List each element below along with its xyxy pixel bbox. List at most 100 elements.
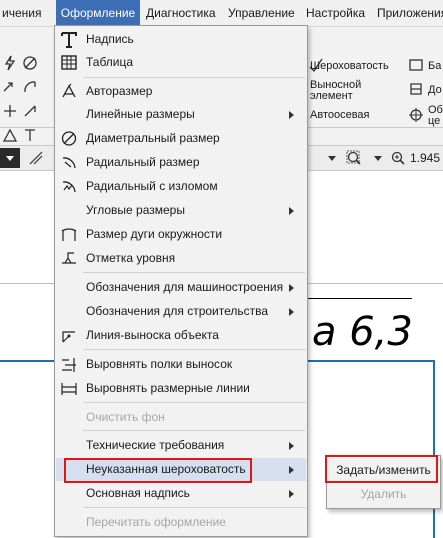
center-target-icon xyxy=(409,108,423,122)
arc-arrow-icon[interactable] xyxy=(22,79,38,95)
menu-design[interactable]: Оформление xyxy=(56,0,140,26)
submenu-item-delete: Удалить xyxy=(360,487,407,501)
table-icon xyxy=(61,55,77,70)
extra-icon xyxy=(410,83,422,95)
submenu-arrow-icon xyxy=(289,466,294,474)
highlight-box-set-edit xyxy=(325,455,438,483)
radius-icon xyxy=(62,157,76,169)
chevron-down-icon[interactable] xyxy=(374,156,382,161)
menu-item-diameter[interactable]: Диаметральный размер xyxy=(56,127,306,150)
zoom-window-icon[interactable] xyxy=(346,150,362,166)
submenu-arrow-icon xyxy=(289,490,294,498)
menu-item-level-mark[interactable]: Отметка уровня xyxy=(56,247,306,270)
menu-item-label: Отметка уровня xyxy=(86,251,176,265)
submenu-arrow-icon xyxy=(289,111,294,119)
menu-item-inscription[interactable]: Надпись xyxy=(56,28,306,51)
menu-separator xyxy=(83,349,305,350)
zoom-icon[interactable] xyxy=(390,150,406,166)
snap-icon[interactable] xyxy=(28,150,44,166)
menu-item-align-dim-lines[interactable]: Выровнять размерные линии xyxy=(56,377,306,400)
diameter-icon xyxy=(61,131,77,146)
ribbon-label-base[interactable]: Ба xyxy=(428,60,441,72)
menu-item-radius[interactable]: Радиальный размер xyxy=(56,151,306,174)
ribbon-label-center-2[interactable]: це xyxy=(428,115,440,127)
menu-item-autosize[interactable]: Авторазмер xyxy=(56,80,306,103)
menu-item-linear-dimensions[interactable]: Линейные размеры xyxy=(56,103,306,126)
text-T-icon xyxy=(61,32,77,48)
chevron-down-icon[interactable] xyxy=(328,156,336,161)
annotation-shelf-line xyxy=(306,298,412,299)
slope-arrow-icon[interactable] xyxy=(22,103,38,119)
menu-separator xyxy=(83,402,305,403)
menu-item-label: Линейные размеры xyxy=(86,107,195,121)
arc-size-icon xyxy=(61,228,77,241)
level-mark-icon xyxy=(62,252,76,264)
triangle-tool-icon[interactable] xyxy=(2,127,18,143)
menu-item-label: Выровнять размерные линии xyxy=(86,381,250,395)
menu-item-label: Очистить фон xyxy=(86,410,165,424)
lightning-tool-icon[interactable] xyxy=(2,55,18,71)
menu-item-radius-break[interactable]: Радиальный с изломом xyxy=(56,175,306,198)
menu-item-label: Технические требования xyxy=(86,438,225,452)
menu-item-label: Угловые размеры xyxy=(86,203,185,217)
menu-item-align-shelves[interactable]: Выровнять полки выносок xyxy=(56,353,306,376)
menu-item-label: Обозначения для строительства xyxy=(86,304,269,318)
menu-bar: ичения Оформление Диагностика Управление… xyxy=(0,0,443,27)
t-tool-icon[interactable] xyxy=(22,127,38,143)
menu-item-label: Размер дуги окружности xyxy=(86,227,223,241)
menu-item-label: Таблица xyxy=(86,55,134,69)
submenu-arrow-icon xyxy=(289,207,294,215)
autosize-icon xyxy=(62,83,76,98)
menu-item-title-block[interactable]: Основная надпись xyxy=(56,482,306,505)
align-shelves-icon xyxy=(62,358,76,372)
circle-slash-icon[interactable] xyxy=(22,55,38,71)
align-dim-lines-icon xyxy=(61,383,77,395)
menu-item-label: Обозначения для машиностроения xyxy=(86,280,284,294)
menu-item-mech-symbols[interactable]: Обозначения для машиностроения xyxy=(56,276,306,299)
menu-item-label: Надпись xyxy=(86,32,134,46)
menu-separator xyxy=(83,272,305,273)
ribbon-label-extra[interactable]: До xyxy=(428,84,442,96)
dark-dropdown[interactable] xyxy=(0,148,20,168)
menu-item-label: Линия-выноска объекта xyxy=(86,328,219,342)
menu-designations[interactable]: ичения xyxy=(0,0,54,26)
menu-item-tech-requirements[interactable]: Технические требования xyxy=(56,434,306,457)
menu-item-label: Радиальный с изломом xyxy=(86,179,218,193)
menu-item-angular-dimensions[interactable]: Угловые размеры xyxy=(56,199,306,222)
base-icon xyxy=(409,59,423,71)
menu-item-label: Выровнять полки выносок xyxy=(86,357,233,371)
menu-item-label: Радиальный размер xyxy=(86,155,200,169)
leader-line-icon xyxy=(62,331,75,343)
menu-settings[interactable]: Настройка xyxy=(306,0,365,26)
blue-frame-right xyxy=(433,360,435,538)
menu-separator xyxy=(83,77,305,78)
arrow-tool-icon[interactable] xyxy=(2,79,18,95)
menu-item-clear-background: Очистить фон xyxy=(56,406,306,429)
menu-separator xyxy=(83,507,305,508)
menu-item-reread-design: Перечитать оформление xyxy=(56,511,306,534)
highlight-box-roughness xyxy=(64,458,252,483)
menu-separator xyxy=(83,430,305,431)
menu-item-leader-line[interactable]: Линия-выноска объекта xyxy=(56,324,306,347)
auto-axial-button[interactable]: Автоосевая xyxy=(310,109,370,121)
submenu-arrow-icon xyxy=(289,284,294,292)
menu-management[interactable]: Управление xyxy=(228,0,295,26)
ribbon-divider xyxy=(0,127,54,128)
menu-item-construction-symbols[interactable]: Обозначения для строительства xyxy=(56,300,306,323)
submenu-arrow-icon xyxy=(289,442,294,450)
chevron-down-icon xyxy=(6,156,14,161)
menu-item-label: Диаметральный размер xyxy=(86,131,220,145)
cross-tool-icon[interactable] xyxy=(2,103,18,119)
menu-item-label: Основная надпись xyxy=(86,486,190,500)
menu-diagnostics[interactable]: Диагностика xyxy=(146,0,216,26)
roughness-button[interactable]: Шероховатость xyxy=(310,60,389,72)
radius-break-icon xyxy=(62,181,76,193)
ribbon-divider-right xyxy=(300,127,443,128)
menu-item-label: Авторазмер xyxy=(86,84,153,98)
zoom-value-field[interactable]: 1.945 xyxy=(410,146,443,170)
leader-element-label-2[interactable]: элемент xyxy=(310,90,353,102)
menu-item-arc-size[interactable]: Размер дуги окружности xyxy=(56,223,306,246)
roughness-annotation-text: а 6,3 xyxy=(312,309,413,355)
menu-item-table[interactable]: Таблица xyxy=(56,51,306,74)
menu-applications[interactable]: Приложения xyxy=(377,0,443,26)
